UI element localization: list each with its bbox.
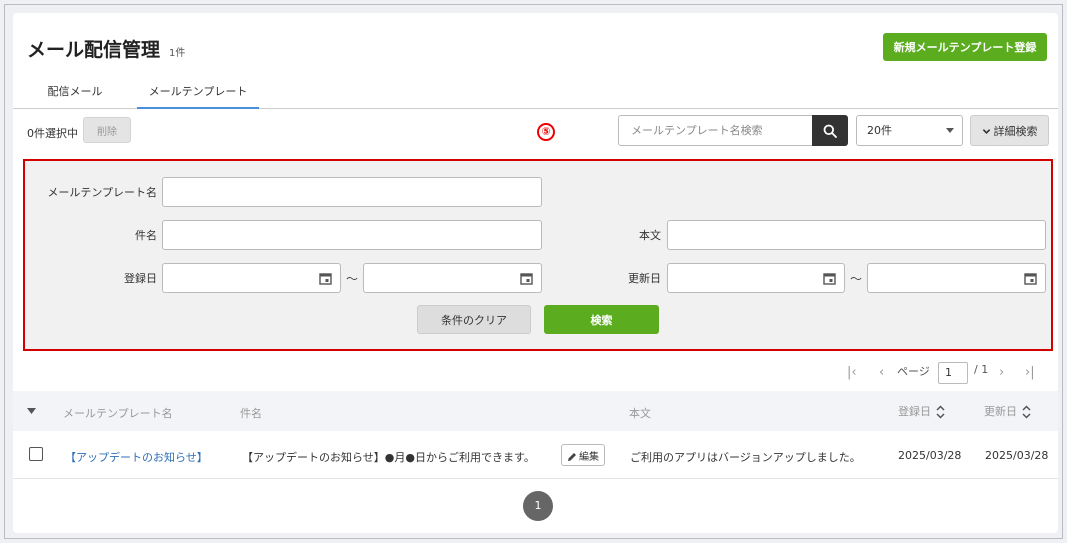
pagination-page[interactable]: 1: [523, 491, 553, 521]
delete-button[interactable]: 削除: [83, 117, 131, 143]
col-updated-label: 更新日: [984, 405, 1017, 418]
row-updated-date: 2025/03/28: [985, 449, 1049, 462]
search-button[interactable]: [812, 115, 848, 146]
first-page-icon[interactable]: |‹: [847, 365, 857, 380]
page-number-input[interactable]: 1: [938, 362, 968, 384]
tab-bar: 配信メール メールテンプレート: [13, 77, 1058, 109]
table-row: 【アップデートのお知らせ】 【アップデートのお知らせ】●月●日からご利用できます…: [13, 433, 1058, 479]
calendar-icon[interactable]: [319, 272, 332, 285]
subject-label: 件名: [135, 229, 157, 242]
subject-input[interactable]: [162, 220, 542, 250]
detail-search-label: 詳細検索: [993, 124, 1038, 138]
last-page-icon[interactable]: ›|: [1025, 365, 1035, 380]
edit-label: 編集: [579, 451, 599, 463]
template-name-label: メールテンプレート名: [47, 186, 157, 199]
updated-date-from[interactable]: [667, 263, 845, 293]
col-template-name: メールテンプレート名: [63, 407, 173, 420]
page-label: ページ: [897, 365, 930, 378]
caret-down-icon: [946, 128, 954, 133]
page-title: メール配信管理: [27, 39, 161, 61]
registered-date-to[interactable]: [363, 263, 542, 293]
sort-icon: [936, 405, 945, 419]
body-input[interactable]: [667, 220, 1046, 250]
prev-page-icon[interactable]: ‹: [879, 365, 884, 380]
calendar-icon[interactable]: [520, 272, 533, 285]
updated-date-to[interactable]: [867, 263, 1046, 293]
record-count: 1件: [169, 48, 186, 59]
filter-search-button[interactable]: 検索: [544, 305, 659, 334]
registered-date-label: 登録日: [124, 272, 157, 285]
tab-mail-template[interactable]: メールテンプレート: [137, 77, 259, 109]
row-checkbox[interactable]: [29, 447, 43, 461]
calendar-icon[interactable]: [823, 272, 836, 285]
per-page-select[interactable]: 20件: [856, 115, 963, 146]
updated-date-label: 更新日: [628, 272, 661, 285]
col-subject: 件名: [240, 407, 262, 420]
main-card: メール配信管理 1件 新規メールテンプレート登録 配信メール メールテンプレート…: [13, 13, 1058, 533]
col-body: 本文: [629, 407, 651, 420]
step-marker: ⑤: [537, 123, 555, 141]
col-updated[interactable]: 更新日: [984, 403, 1031, 419]
registered-date-from[interactable]: [162, 263, 341, 293]
row-body: ご利用のアプリはバージョンアップしました。: [630, 451, 861, 464]
selection-count: 0件選択中: [27, 127, 78, 140]
tab-delivery-mail[interactable]: 配信メール: [27, 77, 123, 109]
bulk-action-caret-icon[interactable]: [27, 407, 36, 415]
table-header: メールテンプレート名 件名 本文 登録日 更新日: [13, 391, 1058, 431]
new-template-button[interactable]: 新規メールテンプレート登録: [883, 33, 1047, 61]
col-registered-label: 登録日: [898, 405, 931, 418]
next-page-icon[interactable]: ›: [999, 365, 1004, 380]
sort-icon: [1022, 405, 1031, 419]
body-label: 本文: [639, 229, 661, 242]
clear-conditions-button[interactable]: 条件のクリア: [417, 305, 531, 334]
page-total: / 1: [974, 363, 989, 376]
row-subject: 【アップデートのお知らせ】●月●日からご利用できます。: [242, 451, 535, 464]
pencil-icon: [568, 452, 576, 461]
template-name-input[interactable]: [162, 177, 542, 207]
search-input[interactable]: [618, 115, 814, 146]
search-box: [618, 115, 848, 146]
template-name-link[interactable]: 【アップデートのお知らせ】: [65, 449, 208, 465]
edit-button[interactable]: 編集: [561, 444, 605, 466]
date-range-separator: ～: [346, 272, 359, 286]
row-registered-date: 2025/03/28: [898, 449, 962, 462]
detail-search-button[interactable]: 詳細検索: [970, 115, 1049, 146]
col-registered[interactable]: 登録日: [898, 403, 945, 419]
chevron-down-icon: [982, 129, 990, 134]
per-page-value: 20件: [867, 124, 892, 137]
detail-search-panel: メールテンプレート名 件名 本文 登録日 ～ 更新日 ～ 条件のクリア 検索: [23, 159, 1053, 351]
calendar-icon[interactable]: [1024, 272, 1037, 285]
date-range-separator: ～: [850, 272, 863, 286]
window-frame: メール配信管理 1件 新規メールテンプレート登録 配信メール メールテンプレート…: [4, 4, 1063, 539]
search-icon: [823, 124, 837, 138]
